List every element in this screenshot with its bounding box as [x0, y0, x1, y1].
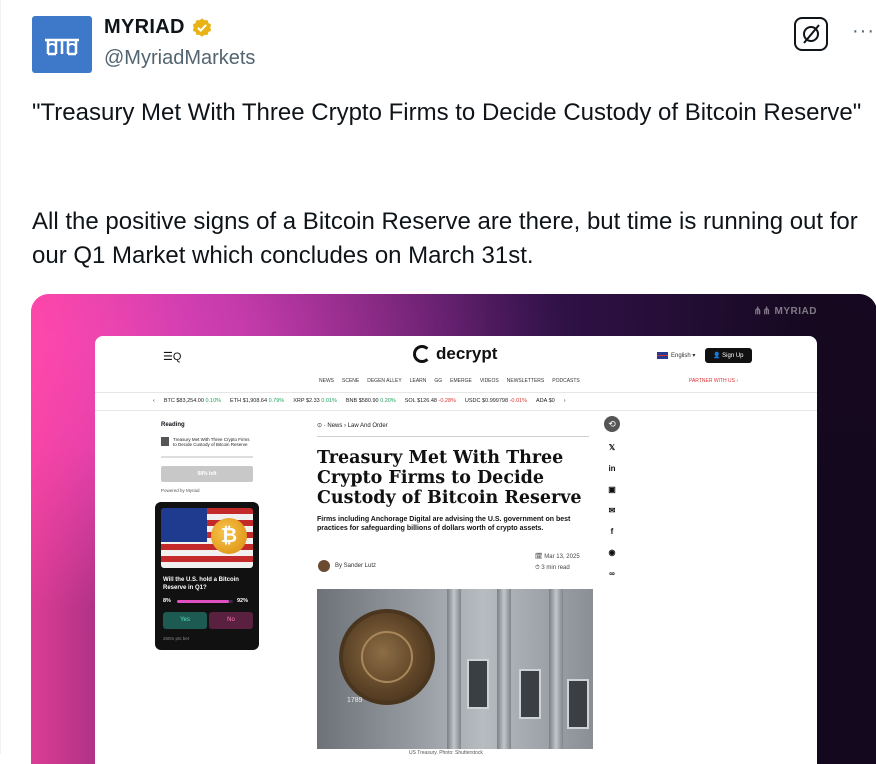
nav-item: VIDEOS: [479, 378, 499, 384]
menu-search-icon: ☰Q: [163, 351, 182, 363]
uk-flag-icon: [657, 352, 668, 359]
no-button: No: [209, 612, 253, 629]
market-question: Will the U.S. hold a Bitcoin Reserve in …: [163, 577, 239, 591]
nav-item: NEWS: [319, 378, 334, 384]
share-icon: ⟲: [604, 416, 620, 432]
divider: [95, 392, 817, 393]
nav-item: DEGEN ALLEY: [367, 378, 402, 384]
signup-button: 👤 Sign Up: [705, 348, 752, 363]
ticker-item: BTC $83,254.00 0.10%: [163, 398, 222, 404]
flipboard-icon: ▣: [608, 485, 616, 494]
ticker-next: ›: [563, 398, 566, 404]
market-progress-fill: [177, 600, 229, 603]
grok-icon: [803, 24, 820, 44]
link-icon: ∞: [609, 569, 615, 578]
nav-item: EMERGE: [450, 378, 472, 384]
bitcoin-coin-icon: ₿: [211, 518, 247, 554]
tweet-text-quote: "Treasury Met With Three Crypto Firms to…: [32, 99, 862, 126]
myriad-logo-icon: [45, 38, 79, 55]
nav-item: NEWSLETTERS: [506, 378, 545, 384]
window: [467, 659, 489, 709]
share-bar: ⟲ 𝕏 in ▣ ✉ f ◉ ∞: [603, 416, 621, 579]
seal-year: 1789: [347, 697, 363, 704]
author-avatar: [318, 560, 330, 572]
window: [567, 679, 589, 729]
price-ticker: ‹ BTC $83,254.00 0.10% ETH $1,908.64 0.7…: [153, 398, 566, 404]
author-name-row[interactable]: MYRIAD: [104, 16, 213, 39]
article-subhead: Firms including Anchorage Digital are ad…: [317, 516, 571, 532]
market-card: ₿ Will the U.S. hold a Bitcoin Reserve i…: [155, 502, 259, 650]
nav-item: PODCASTS: [552, 378, 580, 384]
reading-title: Reading: [161, 422, 185, 428]
pct-low: 8%: [163, 598, 171, 604]
x-icon: 𝕏: [608, 443, 616, 452]
linkedin-icon: in: [608, 464, 616, 473]
avatar[interactable]: [32, 16, 92, 73]
ticker-item: XRP $2.33 0.01%: [293, 398, 337, 404]
media-watermark: ⋔⋔ MYRIAD: [753, 306, 817, 317]
more-options-button[interactable]: ···: [852, 20, 875, 43]
pillar: [549, 589, 563, 749]
article-screenshot: ☰Q decrypt English ▾ 👤 Sign Up NEWS SCEN…: [95, 336, 817, 764]
article-date: 🗓 Mar 13, 2025: [535, 554, 580, 560]
article-read-time: ⏱ 3 min read: [535, 565, 570, 571]
article-photo: 1789: [317, 589, 593, 749]
site-nav: NEWS SCENE DEGEN ALLEY LEARN GG EMERGE V…: [319, 378, 580, 384]
pillar: [497, 589, 511, 749]
reading-item: Treasury Met With Three Crypto Firms to …: [161, 437, 253, 447]
pct-high: 92%: [237, 598, 249, 604]
tweet-text-body: All the positive signs of a Bitcoin Rese…: [32, 208, 858, 269]
ticker-item: BNB $580.90 0.20%: [345, 398, 396, 404]
ticker-item: SOL $126.48 -0.28%: [404, 398, 456, 404]
market-progress-bar: [177, 600, 233, 603]
divider: [317, 436, 589, 437]
handle[interactable]: @MyriadMarkets: [104, 47, 255, 70]
ticker-item: ADA $0: [536, 398, 555, 404]
display-name[interactable]: MYRIAD: [104, 16, 185, 39]
decrypt-logo: decrypt: [413, 344, 497, 364]
partner-link: PARTNER WITH US ›: [689, 378, 738, 384]
yes-button: Yes: [163, 612, 207, 629]
ticker-prev: ‹: [153, 398, 155, 404]
tweet: MYRIAD @MyriadMarkets ··· "Treasury Met …: [0, 0, 876, 764]
reddit-icon: ◉: [608, 548, 616, 557]
breadcrumb: ⊙ · News › Law And Order: [317, 423, 388, 429]
reading-thumb: [161, 437, 169, 446]
ticker-item: ETH $1,908.64 0.79%: [230, 398, 285, 404]
article-headline: Treasury Met With Three Crypto Firms to …: [317, 448, 582, 508]
tweet-media-image[interactable]: ⋔⋔ MYRIAD ☰Q decrypt English ▾ 👤 Sign Up…: [31, 294, 876, 764]
decrypt-logo-icon: [413, 345, 431, 363]
nav-item: LEARN: [409, 378, 427, 384]
powered-by: Powered by Myriad: [161, 488, 200, 493]
email-icon: ✉: [608, 506, 616, 515]
treasury-seal: [339, 609, 435, 705]
facebook-icon: f: [610, 527, 614, 536]
nav-item: GG: [434, 378, 443, 384]
divider: [95, 410, 817, 411]
reading-left-button: 98% left: [161, 466, 253, 482]
photo-caption: US Treasury. Photo: Shutterstock: [409, 750, 483, 756]
verified-badge-icon: [192, 17, 211, 37]
grok-button[interactable]: [794, 17, 828, 51]
flag-stars: [161, 508, 207, 542]
reading-progress: [161, 456, 253, 458]
seal-inner: [361, 631, 413, 683]
article-author: By Sander Lutz: [335, 563, 377, 569]
pillar: [447, 589, 461, 749]
language-selector: English ▾: [657, 352, 695, 359]
market-volume: 260m pts bet: [163, 636, 190, 641]
nav-item: SCENE: [342, 378, 360, 384]
ticker-item: USDC $0.999798 -0.01%: [464, 398, 528, 404]
window: [519, 669, 541, 719]
